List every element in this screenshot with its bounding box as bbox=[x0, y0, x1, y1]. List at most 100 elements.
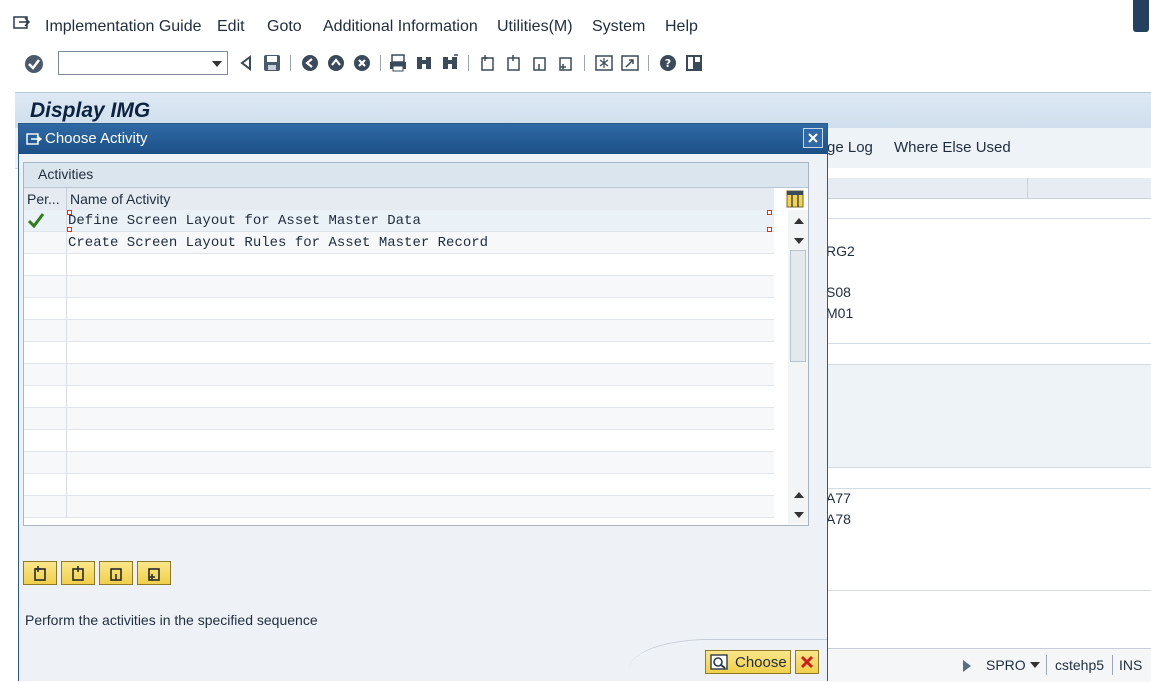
customize-layout-icon[interactable] bbox=[684, 52, 704, 74]
list-item: S08 bbox=[826, 284, 851, 300]
choose-activity-dialog: Choose Activity Activities Per... Name o… bbox=[18, 123, 828, 681]
table-row[interactable] bbox=[24, 386, 774, 408]
menu-edit[interactable]: Edit bbox=[217, 18, 245, 36]
find-icon[interactable] bbox=[414, 52, 434, 74]
status-mode: INS bbox=[1119, 657, 1143, 673]
menu-icon[interactable] bbox=[13, 14, 31, 30]
print-icon[interactable] bbox=[388, 52, 408, 74]
table-row[interactable] bbox=[24, 254, 774, 276]
standard-toolbar: ? bbox=[0, 46, 1151, 82]
toolbar-separator bbox=[648, 55, 649, 71]
activity-name: Define Screen Layout for Asset Master Da… bbox=[68, 213, 421, 229]
previous-page-icon bbox=[72, 566, 84, 581]
help-icon[interactable]: ? bbox=[658, 52, 678, 74]
chevron-down-icon[interactable] bbox=[212, 61, 222, 67]
enter-icon[interactable] bbox=[24, 54, 44, 74]
list-item: A78 bbox=[826, 511, 851, 527]
next-page-icon[interactable] bbox=[530, 52, 550, 74]
chevron-down-icon[interactable] bbox=[1030, 662, 1040, 668]
find-next-icon[interactable] bbox=[440, 52, 460, 74]
panel-title: Activities bbox=[38, 166, 94, 182]
last-page-icon bbox=[148, 568, 160, 581]
scroll-up-icon[interactable] bbox=[794, 492, 804, 498]
shortcut-icon[interactable] bbox=[620, 52, 640, 74]
activities-panel: Activities Per... Name of Activity Defin… bbox=[23, 162, 809, 526]
table-row[interactable] bbox=[24, 342, 774, 364]
table-row[interactable] bbox=[24, 452, 774, 474]
table-row[interactable]: Define Screen Layout for Asset Master Da… bbox=[24, 210, 774, 232]
page-title: Display IMG bbox=[30, 99, 151, 122]
scroll-down-icon[interactable] bbox=[794, 238, 804, 244]
scrollbar-thumb[interactable] bbox=[790, 250, 806, 362]
next-page-icon bbox=[110, 568, 122, 581]
choose-icon bbox=[710, 654, 728, 670]
dialog-menu-icon[interactable] bbox=[26, 132, 42, 146]
list-item: M01 bbox=[826, 305, 854, 321]
first-page-button[interactable] bbox=[23, 561, 57, 585]
selection-marker bbox=[767, 210, 772, 215]
toolbar-separator bbox=[290, 55, 291, 71]
menu-help[interactable]: Help bbox=[665, 18, 698, 36]
column-header-name[interactable]: Name of Activity bbox=[70, 191, 170, 207]
table-row[interactable] bbox=[24, 276, 774, 298]
back-icon[interactable] bbox=[236, 52, 256, 74]
table-row[interactable] bbox=[24, 364, 774, 386]
last-page-icon[interactable] bbox=[556, 52, 576, 74]
selection-marker bbox=[67, 210, 72, 215]
selection-marker bbox=[767, 227, 772, 232]
check-icon bbox=[27, 213, 45, 228]
table-header: Per... Name of Activity bbox=[24, 188, 774, 211]
list-item: RG2 bbox=[826, 243, 855, 259]
scroll-down-icon[interactable] bbox=[794, 512, 804, 518]
table-row[interactable] bbox=[24, 496, 774, 518]
scroll-up-icon[interactable] bbox=[794, 218, 804, 224]
last-page-button[interactable] bbox=[137, 561, 171, 585]
activity-table: Define Screen Layout for Asset Master Da… bbox=[24, 210, 774, 524]
previous-page-icon[interactable] bbox=[504, 52, 524, 74]
first-page-icon[interactable] bbox=[478, 52, 498, 74]
list-item: A77 bbox=[826, 490, 851, 506]
cancel-button[interactable] bbox=[795, 650, 819, 674]
table-row[interactable] bbox=[24, 298, 774, 320]
cancel-icon[interactable] bbox=[352, 52, 372, 74]
choose-button[interactable]: Choose bbox=[705, 650, 791, 674]
command-field[interactable] bbox=[58, 51, 228, 75]
window-control[interactable] bbox=[1133, 0, 1149, 32]
menu-system[interactable]: System bbox=[592, 18, 645, 36]
svg-text:?: ? bbox=[665, 57, 671, 70]
dialog-hint: Perform the activities in the specified … bbox=[25, 612, 318, 628]
status-expand-icon[interactable] bbox=[963, 660, 971, 672]
exit-icon[interactable] bbox=[326, 52, 346, 74]
menu-utilities[interactable]: Utilities(M) bbox=[497, 18, 573, 36]
menu-implementation-guide[interactable]: Implementation Guide bbox=[45, 18, 202, 36]
close-button[interactable] bbox=[803, 128, 823, 148]
status-bar: SPRO cstehp5 INS bbox=[826, 648, 1151, 682]
table-row[interactable] bbox=[24, 408, 774, 430]
table-row[interactable] bbox=[24, 320, 774, 342]
command-field-input[interactable] bbox=[63, 53, 207, 75]
menu-additional-information[interactable]: Additional Information bbox=[323, 18, 478, 36]
column-header-performed[interactable]: Per... bbox=[27, 191, 60, 207]
back-nav-icon[interactable] bbox=[300, 52, 320, 74]
next-page-button[interactable] bbox=[99, 561, 133, 585]
table-row[interactable] bbox=[24, 430, 774, 452]
close-icon bbox=[808, 133, 818, 143]
previous-page-button[interactable] bbox=[61, 561, 95, 585]
selection-marker bbox=[67, 227, 72, 232]
menu-goto[interactable]: Goto bbox=[267, 18, 302, 36]
table-row[interactable] bbox=[24, 474, 774, 496]
table-row[interactable]: Create Screen Layout Rules for Asset Mas… bbox=[24, 232, 774, 254]
dialog-title: Choose Activity bbox=[45, 130, 148, 147]
table-settings-icon[interactable] bbox=[786, 190, 804, 208]
toolbar-separator bbox=[380, 55, 381, 71]
cancel-icon bbox=[800, 655, 814, 669]
save-icon[interactable] bbox=[262, 52, 282, 74]
create-session-icon[interactable] bbox=[594, 52, 614, 74]
panel-title-bar: Activities bbox=[24, 163, 808, 188]
status-transaction: SPRO bbox=[986, 657, 1026, 673]
change-log-button[interactable]: ge Log bbox=[827, 139, 873, 156]
where-else-used-button[interactable]: Where Else Used bbox=[894, 139, 1011, 156]
menu-bar: Implementation Guide Edit Goto Additiona… bbox=[0, 0, 1151, 46]
vertical-scrollbar[interactable] bbox=[788, 210, 808, 524]
dialog-title-bar[interactable]: Choose Activity bbox=[19, 124, 827, 154]
